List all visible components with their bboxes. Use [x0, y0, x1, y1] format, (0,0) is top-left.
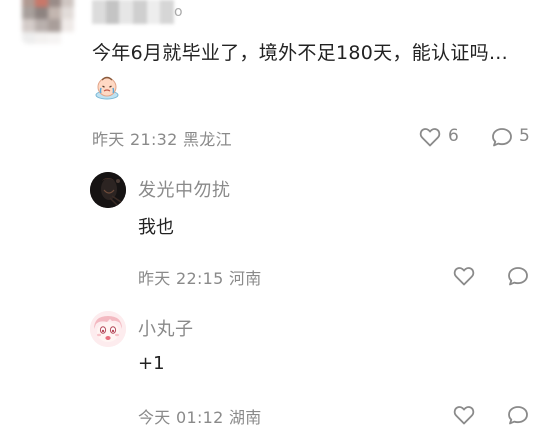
reply-time: 昨天 22:15 [138, 269, 224, 288]
reply-meta: 今天 01:12 湖南 [138, 404, 262, 428]
reply-meta: 昨天 22:15 河南 [138, 265, 262, 289]
reply-comment-button[interactable] [507, 405, 529, 425]
comment-body: 今年6月就毕业了，境外不足180天，能认证吗... [92, 42, 508, 64]
avatar-blurred[interactable] [22, 0, 74, 44]
author-name-mosaic[interactable] [92, 0, 175, 24]
heart-icon [453, 406, 475, 425]
reply-comment-button[interactable] [507, 266, 529, 286]
comment-bubble-icon [508, 406, 528, 425]
comment-time: 昨天 21:32 [92, 130, 178, 149]
heart-icon [419, 128, 441, 147]
reply-button[interactable] [491, 127, 513, 147]
avatar[interactable] [90, 172, 126, 208]
reply-count: 5 [519, 126, 530, 146]
reply-author-name[interactable]: 小丸子 [138, 315, 194, 341]
heart-icon [453, 267, 475, 286]
like-button[interactable] [419, 127, 441, 147]
avatar[interactable] [90, 311, 126, 347]
reply-like-button[interactable] [453, 405, 475, 425]
reply-author-name[interactable]: 发光中勿扰 [138, 176, 231, 202]
comment-bubble-icon [508, 267, 528, 286]
crying-face-icon [94, 74, 120, 100]
comment-bubble-icon [492, 128, 512, 147]
comment-text: 今年6月就毕业了，境外不足180天，能认证吗... [92, 37, 532, 103]
like-count: 6 [448, 126, 459, 146]
comment-meta: 昨天 21:32 黑龙江 [92, 126, 232, 150]
reply-location: 湖南 [229, 408, 262, 427]
reply-text: 我也 [138, 217, 174, 238]
reply-location: 河南 [229, 269, 262, 288]
avatar-cartoon-girl-icon [90, 311, 126, 347]
reply-text: +1 [138, 353, 165, 374]
comment-location: 黑龙江 [183, 130, 232, 149]
author-name-tail: o [174, 4, 183, 20]
reply-time: 今天 01:12 [138, 408, 224, 427]
reply-like-button[interactable] [453, 266, 475, 286]
avatar-dark-icon [90, 172, 126, 208]
